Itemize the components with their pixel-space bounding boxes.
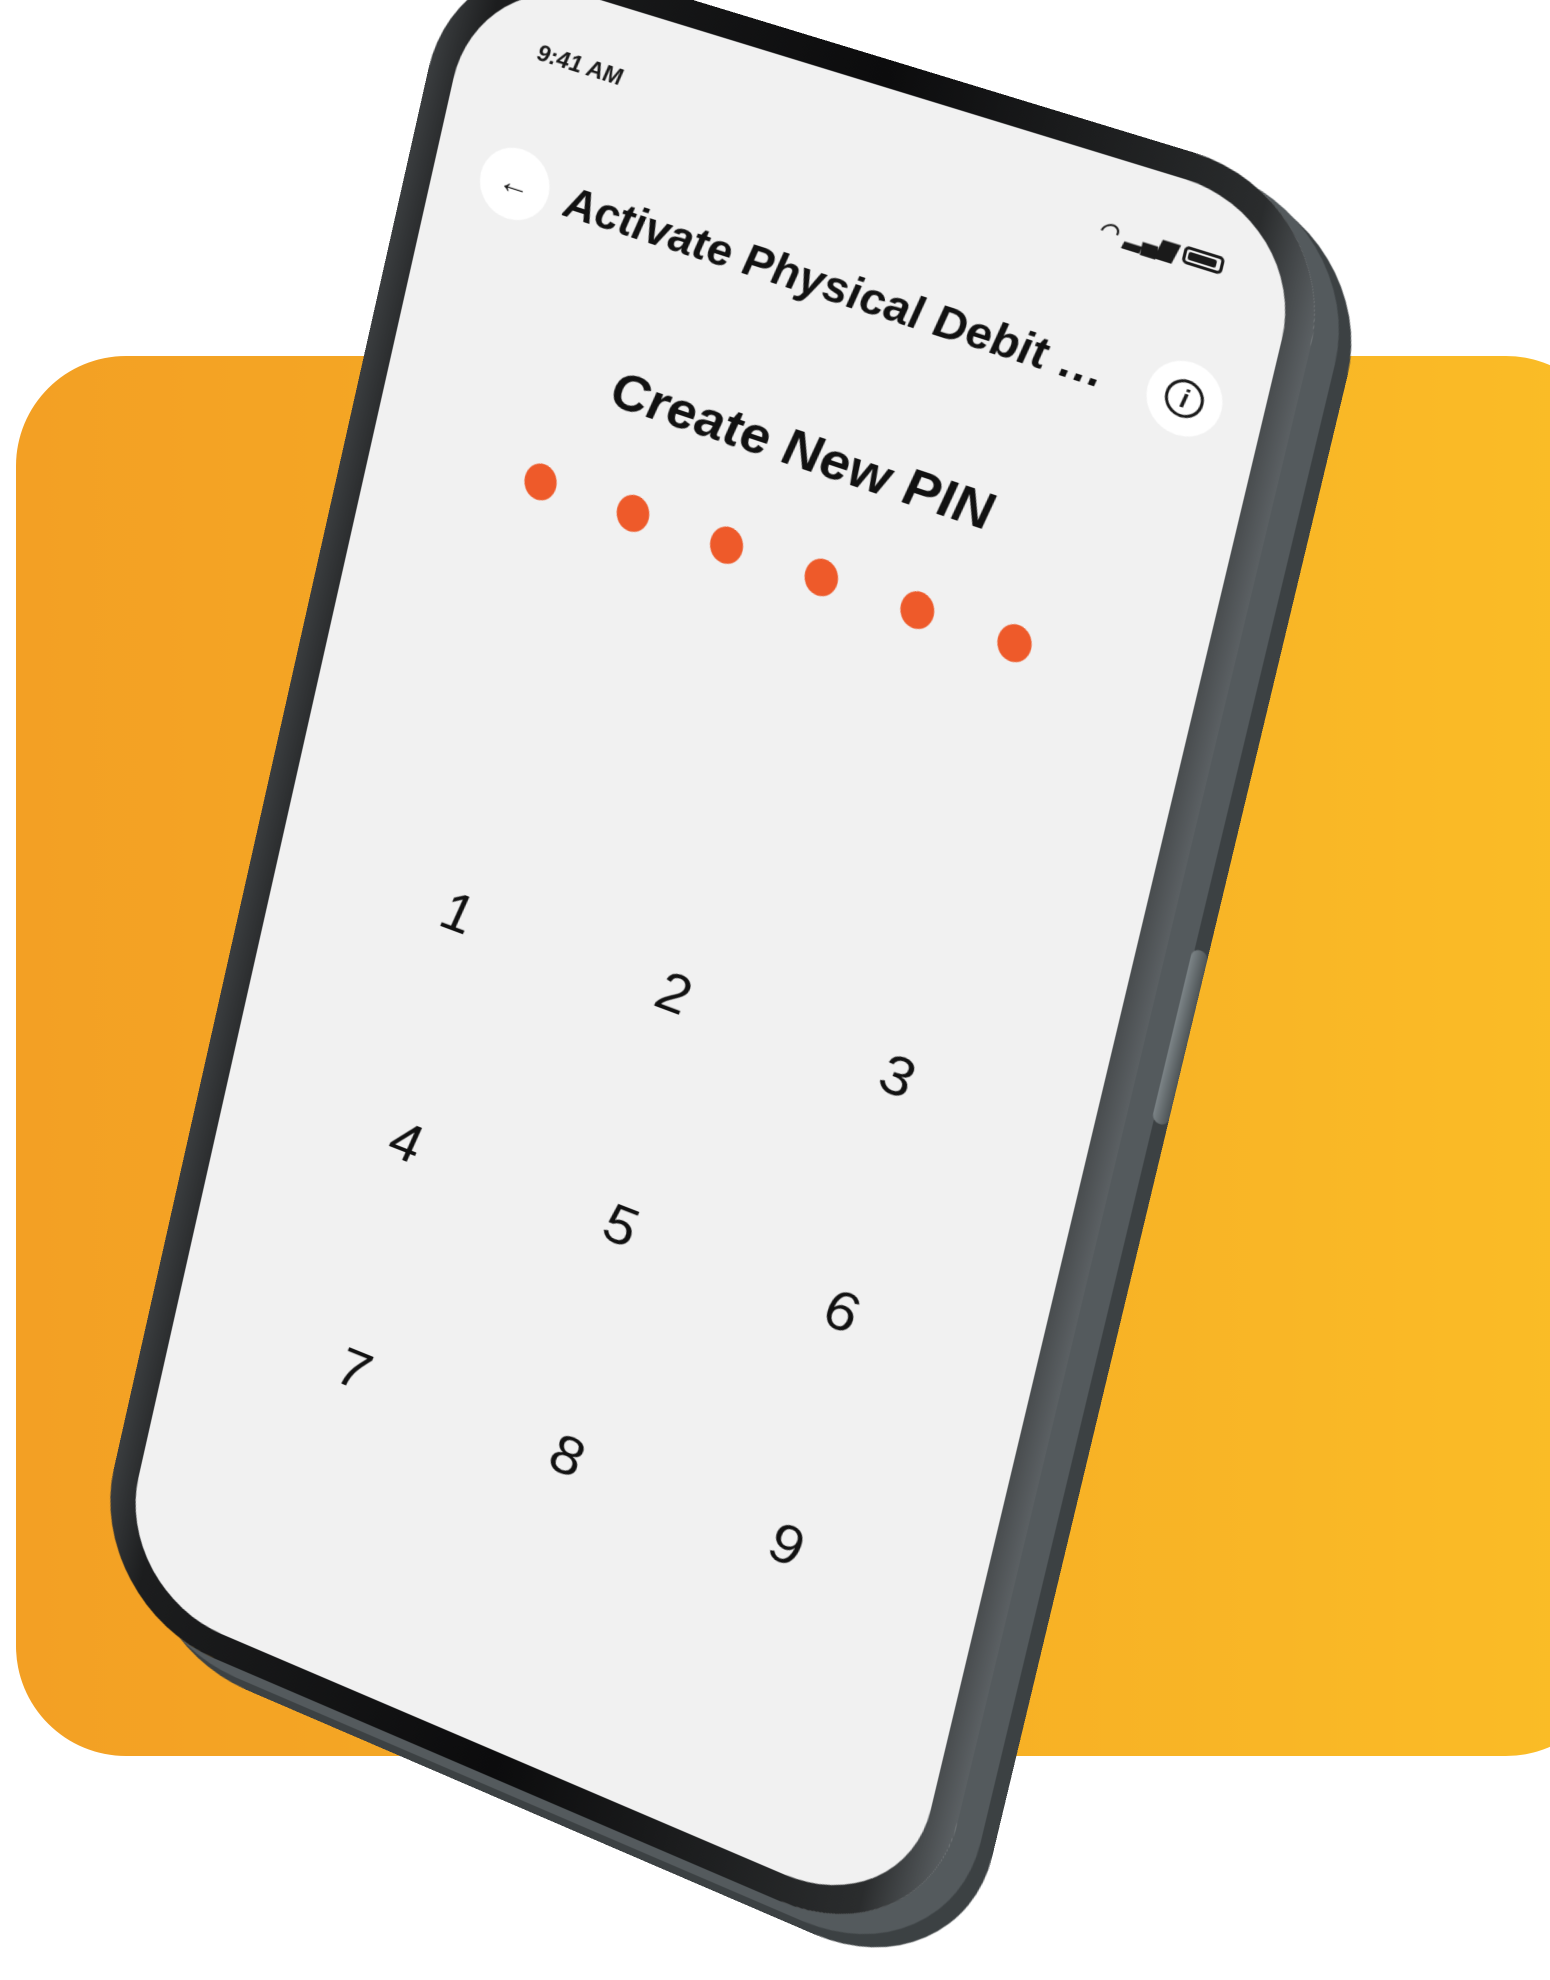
pin-dot <box>994 619 1036 667</box>
pin-dot <box>706 522 746 569</box>
numeric-keypad: 123 456 789 <box>241 837 1019 1627</box>
pin-dot <box>521 459 560 505</box>
keypad-key-7[interactable]: 7 <box>241 1291 468 1449</box>
pin-dot <box>613 490 653 536</box>
keypad-key-5[interactable]: 5 <box>503 1147 738 1306</box>
signal-icon: ▂▄▆ <box>1123 223 1178 264</box>
wifi-icon: ◠ <box>1096 215 1121 246</box>
keypad-key-3[interactable]: 3 <box>775 997 1019 1156</box>
status-icons: ◠ ▂▄▆ <box>1096 215 1226 279</box>
keypad-key-6[interactable]: 6 <box>721 1231 963 1393</box>
status-time: 9:41 AM <box>534 40 624 92</box>
pin-dot <box>801 554 842 601</box>
pin-dot <box>897 586 938 633</box>
keypad-key-2[interactable]: 2 <box>556 916 793 1072</box>
back-button[interactable]: ← <box>473 139 556 230</box>
info-button[interactable]: i <box>1139 351 1230 447</box>
info-icon: i <box>1161 374 1208 423</box>
keypad-key-9[interactable]: 9 <box>667 1463 907 1628</box>
keypad-key-4[interactable]: 4 <box>292 1065 520 1220</box>
back-arrow-icon: ← <box>495 161 534 207</box>
keypad-key-8[interactable]: 8 <box>451 1376 684 1537</box>
battery-icon <box>1181 245 1225 275</box>
keypad-key-1[interactable]: 1 <box>343 837 573 990</box>
